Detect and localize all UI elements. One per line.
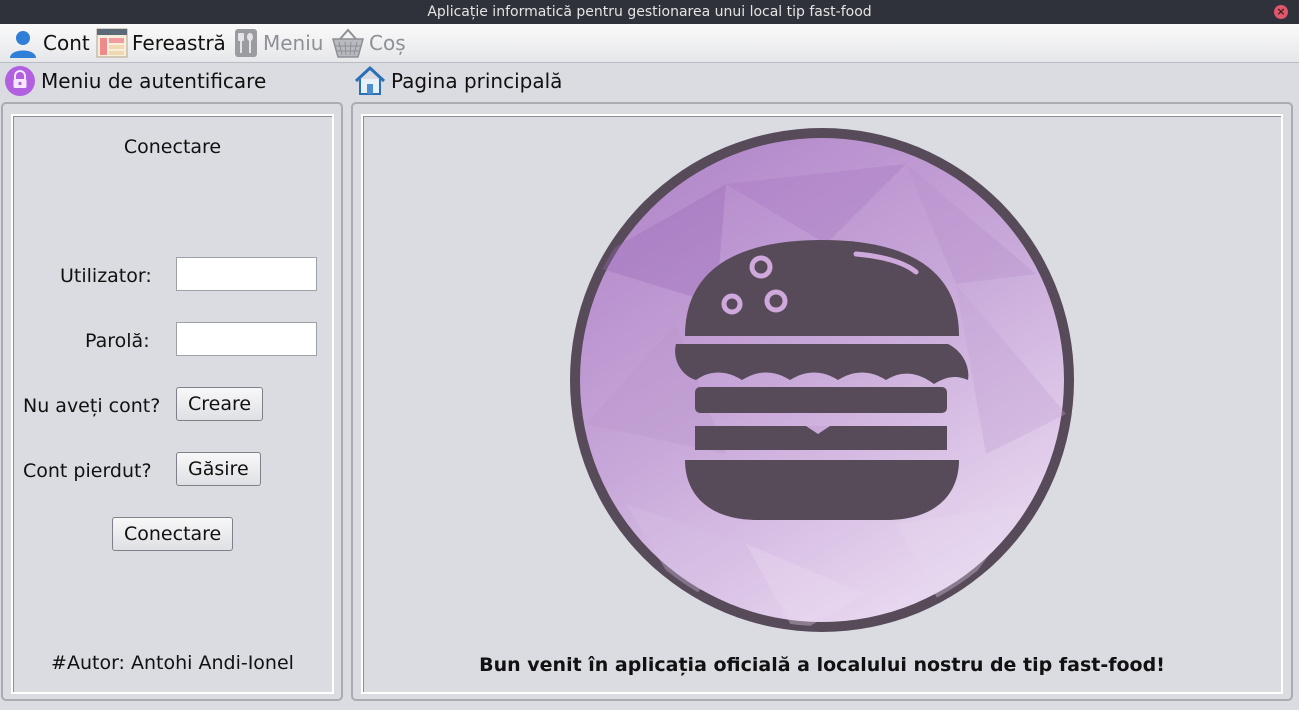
find-account-button[interactable]: Găsire <box>176 452 261 486</box>
basket-icon <box>331 27 365 59</box>
login-panel-header: Meniu de autentificare <box>4 64 266 98</box>
create-account-button[interactable]: Creare <box>176 387 264 421</box>
menu-meniu[interactable]: Meniu <box>233 24 323 62</box>
login-title: Conectare <box>123 136 222 158</box>
window-icon <box>96 28 128 58</box>
menu-meniu-label: Meniu <box>263 31 324 55</box>
welcome-message: Bun venit în aplicația oficială a localu… <box>479 654 1165 676</box>
username-input[interactable] <box>176 257 317 291</box>
password-label: Parolă: <box>85 330 150 352</box>
login-form: Conectare Utilizator: Parolă: Nu aveți c… <box>11 114 334 694</box>
main-panel-header-label: Pagina principală <box>391 69 563 93</box>
window-titlebar: Aplicație informatică pentru gestionarea… <box>0 0 1299 24</box>
username-label: Utilizator: <box>60 265 152 287</box>
lost-account-label: Cont pierdut? <box>23 460 152 482</box>
author-label: #Autor: Antohi Andi-Ionel <box>51 652 294 674</box>
menu-cont[interactable]: Cont <box>7 24 90 62</box>
user-icon <box>7 27 39 59</box>
connect-button[interactable]: Conectare <box>112 517 234 551</box>
cutlery-icon <box>233 27 259 59</box>
menu-cos-label: Coș <box>369 31 406 55</box>
login-panel-header-label: Meniu de autentificare <box>41 69 267 93</box>
home-icon <box>354 65 386 97</box>
close-window-button[interactable]: × <box>1274 5 1288 19</box>
no-account-label: Nu aveți cont? <box>23 395 161 417</box>
menu-cos[interactable]: Coș <box>331 24 406 62</box>
password-input[interactable] <box>176 322 317 356</box>
lock-icon <box>4 65 36 97</box>
menu-fereastra[interactable]: Fereastră <box>96 24 226 62</box>
menu-cont-label: Cont <box>43 31 90 55</box>
menu-fereastra-label: Fereastră <box>132 31 226 55</box>
window-title: Aplicație informatică pentru gestionarea… <box>427 4 872 20</box>
menubar: Cont Fereastră Meniu Coș <box>0 24 1299 63</box>
main-panel-header: Pagina principală <box>354 64 562 98</box>
close-icon: × <box>1276 5 1286 18</box>
burger-logo-icon <box>570 128 1074 632</box>
